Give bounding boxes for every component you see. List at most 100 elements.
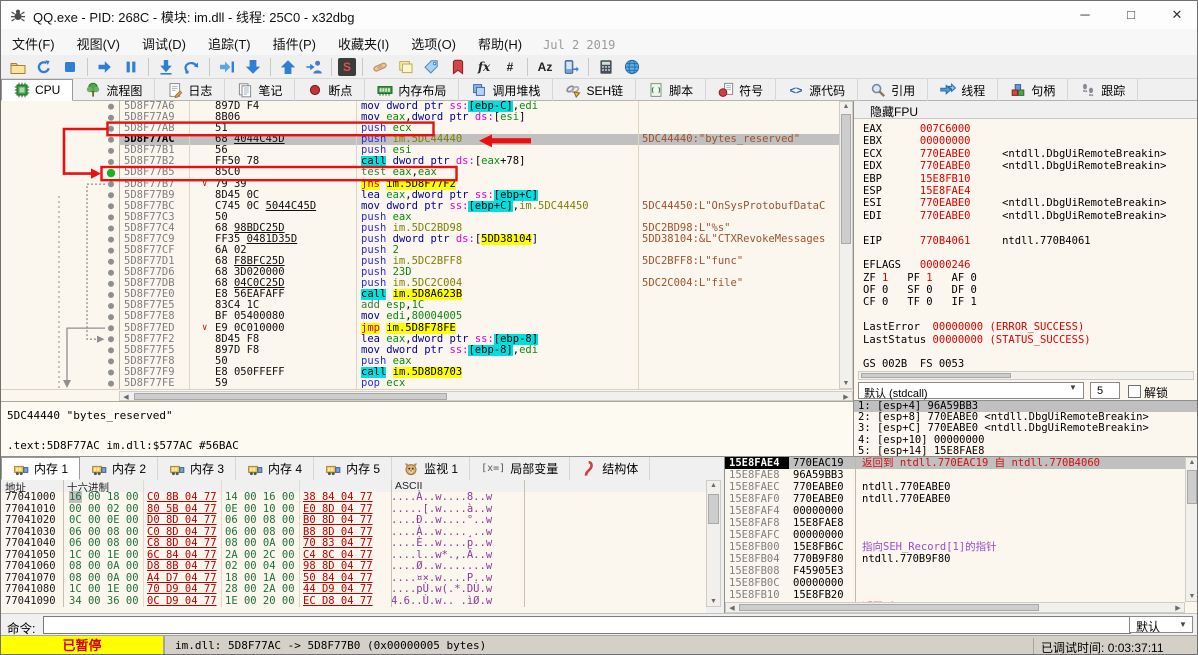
register-line[interactable]: CF 0 TF 0 IF 1 (863, 296, 1193, 308)
comments-icon[interactable] (395, 57, 417, 77)
register-line[interactable]: GS 002B FS 0053 (863, 358, 1193, 370)
register-line[interactable] (863, 222, 1193, 234)
register-line[interactable] (863, 346, 1193, 358)
breakpoint-dot[interactable] (108, 358, 114, 365)
register-line[interactable]: EAX 007C6000 (863, 123, 1193, 135)
menu-item-2[interactable]: 调试(D) (131, 29, 197, 53)
menu-item-7[interactable]: 帮助(H) (467, 29, 533, 53)
breakpoint-dot[interactable] (108, 203, 114, 210)
register-line[interactable]: OF 0 SF 0 DF 0 (863, 284, 1193, 296)
stack-row[interactable]: 15E8FB0C 00000000 (725, 577, 1185, 589)
settings-s-icon[interactable]: S (338, 57, 356, 76)
breakpoint-dot[interactable] (108, 269, 114, 276)
stack-row[interactable]: 15E8FAFC 00000000 (725, 529, 1185, 541)
breakpoint-dot[interactable] (108, 292, 114, 298)
menu-item-4[interactable]: 插件(P) (262, 29, 327, 53)
breakpoint-dot[interactable] (108, 303, 114, 309)
bottom-tab-memory-cart[interactable]: 内存 5 (314, 457, 393, 480)
tab-memory-map[interactable]: 内存布局 (365, 79, 460, 101)
dump-row[interactable]: 77041000 16 00 18 00 C0 8B 04 77 14 00 16 0… (1, 491, 706, 504)
chevron-down-icon[interactable]: ▼ (1069, 383, 1077, 392)
call-argument-row[interactable]: 2: [esp+8] 770EABE0 <ntdll.DbgUiRemoteBr… (854, 412, 1197, 423)
tab-script-page[interactable]: 脚本 (636, 79, 707, 101)
register-line[interactable] (863, 309, 1193, 321)
stack-row[interactable]: 15E8FAF4 00000000 (725, 505, 1185, 517)
maximize-button[interactable]: □ (1109, 1, 1153, 29)
stack-row[interactable]: 15E8FB04 770B9F80 ntdll.770B9F80 (725, 553, 1185, 565)
breakpoint-dot[interactable] (108, 369, 114, 376)
arg-count-stepper[interactable]: 5▲▼ (1090, 382, 1120, 399)
register-line[interactable]: ZF 1 PF 1 AF 0 (863, 272, 1193, 284)
dump-row[interactable]: 77041020 0C 00 0E 00 D0 8D 04 77 06 00 08 0… (1, 514, 706, 527)
breakpoint-dot[interactable] (108, 247, 114, 254)
bottom-tab-struct-ribbon[interactable]: 结构体 (570, 457, 651, 480)
disasm-row[interactable]: 5D8F77FE 59 pop ecx (119, 377, 839, 389)
register-list[interactable]: EAX 007C6000 EBX 00000000 ECX 770EABE0 <nt… (863, 123, 1193, 371)
dump-row[interactable]: 77041090 34 00 36 00 0C D9 04 77 1E 00 20 0… (1, 595, 706, 608)
run-to-user-code-icon[interactable] (277, 57, 299, 77)
stack-vscrollbar[interactable]: ▲ ▼ (1185, 457, 1197, 602)
tab-breakpoint-dot[interactable]: 断点 (295, 79, 366, 101)
register-line[interactable]: LastStatus 00000000 (STATUS_SUCCESS) (863, 334, 1193, 346)
register-line[interactable]: EBP 15E8FB10 (863, 173, 1193, 185)
breakpoint-dot[interactable] (108, 314, 114, 321)
breakpoint-dot[interactable] (108, 103, 114, 110)
bookmarks-icon[interactable] (447, 57, 469, 77)
bottom-tab-memory-cart[interactable]: 内存 1 (1, 457, 81, 480)
open-folder-icon[interactable] (7, 57, 29, 77)
command-input[interactable] (43, 616, 1131, 634)
bottom-tab-memory-cart[interactable]: 内存 4 (236, 457, 315, 480)
labels-icon[interactable] (421, 57, 443, 77)
breakpoint-dot[interactable] (108, 347, 114, 354)
tab-threads-arrows[interactable]: 线程 (928, 79, 999, 101)
breakpoint-dot[interactable] (108, 159, 114, 165)
tab-cpu-chip[interactable]: CPU (1, 79, 74, 101)
tab-trace-footprints[interactable]: 跟踪 (1068, 79, 1139, 101)
call-argument-row[interactable]: 4: [esp+10] 00000000 (854, 435, 1197, 446)
chevron-down-icon[interactable]: ▼ (1179, 620, 1187, 629)
globe-icon[interactable] (621, 57, 643, 77)
hash-icon[interactable]: # (499, 57, 521, 77)
register-line[interactable] (863, 247, 1193, 259)
tab-log-page[interactable]: 日志 (155, 79, 226, 101)
stack-row[interactable]: 15E8FAF8 15E8FAE8 (725, 517, 1185, 529)
stack-row[interactable]: 15E8FAE4 770EAC19 返回到 ntdll.770EAC19 自 ntd… (725, 457, 1185, 469)
breakpoint-dot[interactable] (108, 214, 114, 221)
stack-row[interactable]: 15E8FB10 15E8FB20 (725, 589, 1185, 601)
breakpoint-dot[interactable] (108, 380, 114, 387)
functions-fx-icon[interactable]: fx (473, 57, 495, 77)
register-line[interactable]: ECX 770EABE0 <ntdll.DbgUiRemoteBreakin> (863, 148, 1193, 160)
breakpoint-dot[interactable] (108, 336, 114, 343)
breakpoint-dot[interactable] (108, 136, 114, 143)
step-out-icon[interactable] (242, 57, 264, 77)
menu-item-3[interactable]: 追踪(T) (197, 29, 262, 53)
dump-vscrollbar[interactable]: ▲ ▼ (706, 480, 721, 607)
breakpoint-enabled-dot[interactable] (106, 168, 116, 178)
bottom-tab-memory-cart[interactable]: 内存 3 (158, 457, 237, 480)
breakpoint-dot[interactable] (108, 325, 114, 332)
stack-row[interactable]: 15E8FAEC 770EABE0 ntdll.770EABE0 (725, 481, 1185, 493)
breakpoint-dot[interactable] (108, 236, 114, 243)
breakpoint-gutter[interactable] (1, 101, 119, 389)
breakpoint-dot[interactable] (108, 225, 114, 232)
attach-icon[interactable] (303, 57, 325, 77)
patches-icon[interactable] (369, 57, 391, 77)
breakpoint-dot[interactable] (108, 125, 114, 132)
menu-item-6[interactable]: 选项(O) (400, 29, 467, 53)
dump-row[interactable]: 77041080 1C 00 1E 00 70 D9 04 77 28 00 2A 0… (1, 583, 706, 596)
breakpoint-dot[interactable] (108, 181, 114, 188)
register-line[interactable]: EDI 770EABE0 <ntdll.DbgUiRemoteBreakin> (863, 210, 1193, 222)
step-over-icon[interactable] (181, 57, 203, 77)
register-line[interactable]: EDX 770EABE0 <ntdll.DbgUiRemoteBreakin> (863, 160, 1193, 172)
register-line[interactable]: EFLAGS 00000246 (863, 259, 1193, 271)
disasm-vscrollbar[interactable]: ▲ ▼ (839, 101, 853, 389)
tab-notes-pages[interactable]: 笔记 (225, 79, 296, 101)
run-to-return-icon[interactable] (216, 57, 238, 77)
disasm-hscrollbar[interactable]: ◀ ▶ (119, 391, 853, 401)
register-hscrollbar[interactable] (858, 371, 1194, 380)
dump-row[interactable]: 77041040 06 00 08 00 C8 8D 04 77 08 00 0A 0… (1, 537, 706, 550)
call-argument-row[interactable]: 1: [esp+4] 96A59BB3 (854, 401, 1197, 413)
menu-item-5[interactable]: 收藏夹(I) (327, 29, 400, 53)
bottom-tab-locals-bracket[interactable]: [x=] 局部变量 (470, 457, 571, 480)
call-phone-icon[interactable] (560, 57, 582, 77)
